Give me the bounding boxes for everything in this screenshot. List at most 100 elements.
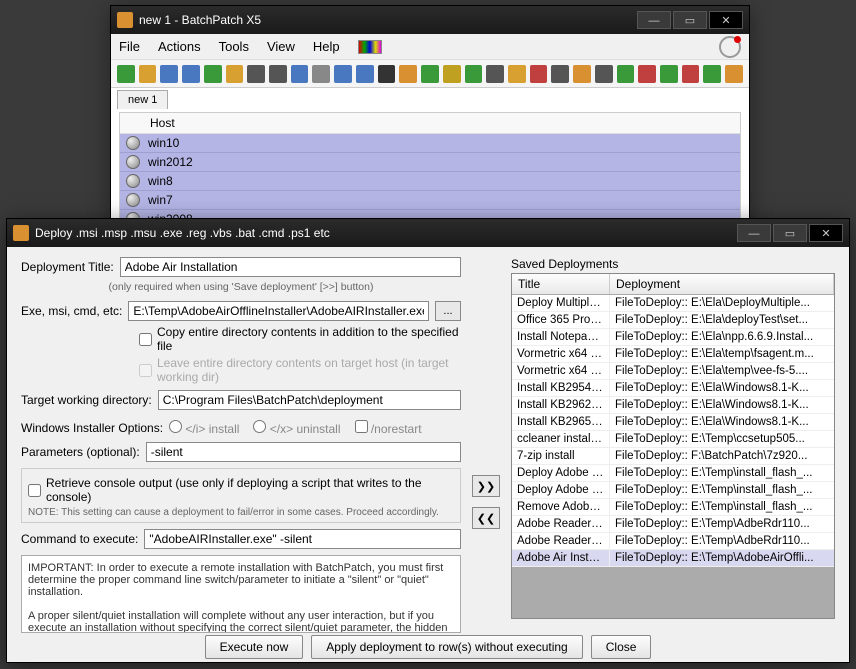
toolbar-icon-14[interactable]: [421, 65, 439, 83]
toolbar-icon-9[interactable]: [312, 65, 330, 83]
dialog-close-button[interactable]: ✕: [809, 224, 843, 242]
saved-deployment-row[interactable]: Install Notepad++...FileToDeploy:: E:\El…: [512, 329, 834, 346]
menu-actions[interactable]: Actions: [158, 39, 201, 54]
toolbar-icon-23[interactable]: [617, 65, 635, 83]
toolbar-icon-21[interactable]: [573, 65, 591, 83]
saved-deployment-row[interactable]: Office 365 Pro PlusFileToDeploy:: E:\Ela…: [512, 312, 834, 329]
host-grid[interactable]: Host win10win2012win8win7win2008: [119, 112, 741, 230]
saved-deployment-row[interactable]: Vormetric x64 tes2FileToDeploy:: E:\Ela\…: [512, 346, 834, 363]
maximize-button[interactable]: ▭: [673, 11, 707, 29]
host-name: win10: [148, 136, 179, 150]
toolbar-icon-28[interactable]: [725, 65, 743, 83]
norestart-checkbox[interactable]: [355, 420, 368, 433]
clock-icon[interactable]: [719, 36, 741, 58]
toolbar-icon-24[interactable]: [638, 65, 656, 83]
saved-table-header[interactable]: Title Deployment: [512, 274, 834, 295]
saved-deployment-row[interactable]: Adobe Reader In...FileToDeploy:: E:\Temp…: [512, 516, 834, 533]
saved-deployment-row[interactable]: 7-zip installFileToDeploy:: F:\BatchPatc…: [512, 448, 834, 465]
toolbar-icon-7[interactable]: [269, 65, 287, 83]
saved-deployment-row[interactable]: Adobe Air Installa...FileToDeploy:: E:\T…: [512, 550, 834, 567]
host-row[interactable]: win2012: [120, 153, 740, 172]
saved-deployment-row[interactable]: Remove Adobe F...FileToDeploy:: E:\Temp\…: [512, 499, 834, 516]
menu-file[interactable]: File: [119, 39, 140, 54]
retrieve-console-checkbox[interactable]: [28, 484, 41, 497]
dialog-minimize-button[interactable]: —: [737, 224, 771, 242]
dialog-maximize-button[interactable]: ▭: [773, 224, 807, 242]
saved-deployments-table[interactable]: Title Deployment Deploy Multiple ...File…: [511, 273, 835, 619]
host-row[interactable]: win7: [120, 191, 740, 210]
exe-input[interactable]: [128, 301, 429, 321]
info-textbox[interactable]: IMPORTANT: In order to execute a remote …: [21, 555, 461, 633]
saved-row-deployment: FileToDeploy:: E:\Temp\AdbeRdr110...: [610, 533, 834, 549]
host-row[interactable]: win8: [120, 172, 740, 191]
copy-dir-checkbox[interactable]: [139, 333, 152, 346]
toolbar-icon-27[interactable]: [703, 65, 721, 83]
close-button[interactable]: ✕: [709, 11, 743, 29]
move-right-button[interactable]: ❯❯: [472, 475, 500, 497]
saved-row-title: Deploy Multiple ...: [512, 295, 610, 311]
saved-deployment-row[interactable]: Deploy Adobe Fl...FileToDeploy:: E:\Temp…: [512, 482, 834, 499]
leave-dir-label: Leave entire directory contents on targe…: [157, 356, 461, 384]
toolbar-icon-0[interactable]: [117, 65, 135, 83]
saved-row-title: Deploy Adobe Fl...: [512, 465, 610, 481]
toolbar-icon-6[interactable]: [247, 65, 265, 83]
toolbar-icon-10[interactable]: [334, 65, 352, 83]
apply-deployment-button[interactable]: Apply deployment to row(s) without execu…: [311, 635, 582, 659]
command-execute-input[interactable]: [144, 529, 461, 549]
menu-help[interactable]: Help: [313, 39, 340, 54]
toolbar-icon-5[interactable]: [226, 65, 244, 83]
main-titlebar[interactable]: new 1 - BatchPatch X5 — ▭ ✕: [111, 6, 749, 34]
saved-deployment-row[interactable]: Deploy Adobe Fl...FileToDeploy:: E:\Temp…: [512, 465, 834, 482]
toolbar-icon-11[interactable]: [356, 65, 374, 83]
deployment-title-label: Deployment Title:: [21, 260, 114, 274]
toolbar-icon-4[interactable]: [204, 65, 222, 83]
saved-deployment-row[interactable]: ccleaner installati...FileToDeploy:: E:\…: [512, 431, 834, 448]
params-input[interactable]: [146, 442, 461, 462]
saved-deployment-row[interactable]: Install KB2954879FileToDeploy:: E:\Ela\W…: [512, 380, 834, 397]
toolbar-icon-13[interactable]: [399, 65, 417, 83]
move-left-button[interactable]: ❮❮: [472, 507, 500, 529]
browse-button[interactable]: ...: [435, 301, 461, 321]
toolbar-icon-15[interactable]: [443, 65, 461, 83]
toolbar-icon-18[interactable]: [508, 65, 526, 83]
saved-deployment-row[interactable]: Adobe Reader U...FileToDeploy:: E:\Temp\…: [512, 533, 834, 550]
toolbar-icon-16[interactable]: [465, 65, 483, 83]
toolbar-icon-17[interactable]: [486, 65, 504, 83]
toolbar-icon-3[interactable]: [182, 65, 200, 83]
menu-tools[interactable]: Tools: [219, 39, 249, 54]
toolbar-icon-8[interactable]: [291, 65, 309, 83]
toolbar-icon-2[interactable]: [160, 65, 178, 83]
saved-col-deployment[interactable]: Deployment: [610, 274, 834, 294]
deployment-title-input[interactable]: [120, 257, 461, 277]
toolbar-icon-20[interactable]: [551, 65, 569, 83]
saved-row-deployment: FileToDeploy:: F:\BatchPatch\7z920...: [610, 448, 834, 464]
toolbar-icon-26[interactable]: [682, 65, 700, 83]
leave-dir-checkbox: [139, 364, 152, 377]
saved-row-title: Install KB2962140: [512, 397, 610, 413]
toolbar-icon-25[interactable]: [660, 65, 678, 83]
toolbar-icon-1[interactable]: [139, 65, 157, 83]
install-radio[interactable]: [169, 420, 182, 433]
close-dialog-button[interactable]: Close: [591, 635, 652, 659]
target-dir-input[interactable]: [158, 390, 461, 410]
saved-deployment-row[interactable]: Vormetric x64 testFileToDeploy:: E:\Ela\…: [512, 363, 834, 380]
host-name: win2012: [148, 155, 193, 169]
toolbar-icon-12[interactable]: [378, 65, 396, 83]
toolbar-icon-19[interactable]: [530, 65, 548, 83]
toolbar-icon-22[interactable]: [595, 65, 613, 83]
execute-now-button[interactable]: Execute now: [205, 635, 304, 659]
host-row[interactable]: win10: [120, 134, 740, 153]
saved-col-title[interactable]: Title: [512, 274, 610, 294]
saved-deployment-row[interactable]: Deploy Multiple ...FileToDeploy:: E:\Ela…: [512, 295, 834, 312]
saved-deployments-label: Saved Deployments: [511, 257, 835, 271]
uninstall-radio[interactable]: [253, 420, 266, 433]
menu-view[interactable]: View: [267, 39, 295, 54]
dialog-titlebar[interactable]: Deploy .msi .msp .msu .exe .reg .vbs .ba…: [7, 219, 849, 247]
saved-deployment-row[interactable]: Install KB2962140FileToDeploy:: E:\Ela\W…: [512, 397, 834, 414]
minimize-button[interactable]: —: [637, 11, 671, 29]
saved-deployment-row[interactable]: Install KB2965142FileToDeploy:: E:\Ela\W…: [512, 414, 834, 431]
tab-new1[interactable]: new 1: [117, 90, 168, 109]
menu-palette-icon[interactable]: [358, 40, 382, 54]
main-title-text: new 1 - BatchPatch X5: [139, 13, 261, 27]
host-column-header[interactable]: Host: [120, 113, 740, 134]
